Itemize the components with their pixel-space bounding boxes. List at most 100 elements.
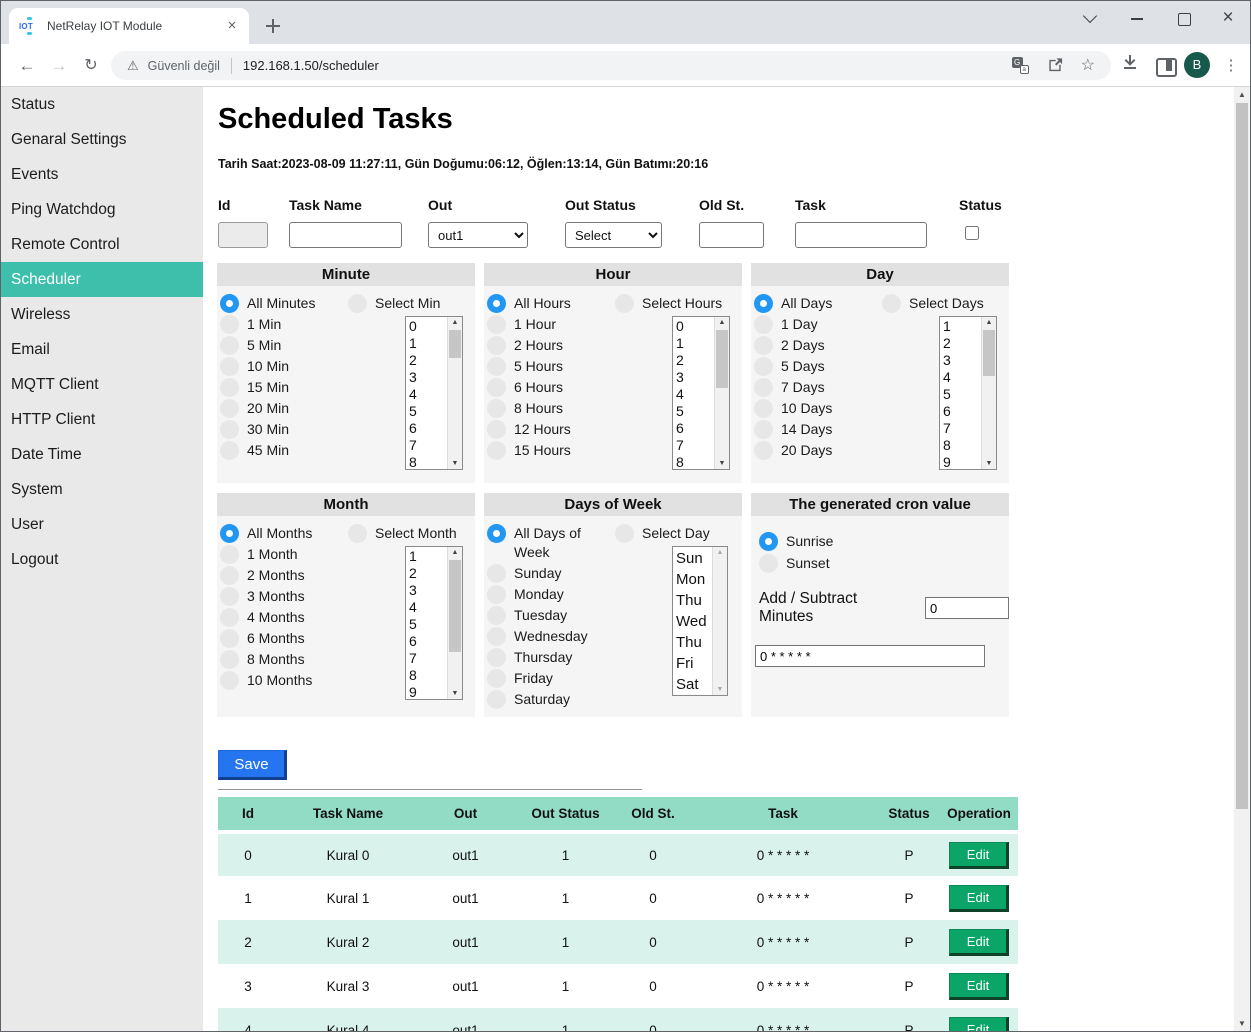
list-option[interactable]: Fri (676, 653, 712, 674)
radio-unselected[interactable] (220, 357, 239, 376)
list-option[interactable]: 1 (676, 335, 714, 352)
radio-unselected[interactable] (759, 554, 778, 573)
scrollbar-thumb[interactable] (1236, 103, 1248, 809)
list-option[interactable]: 2 (676, 352, 714, 369)
multi-select-list[interactable]: 0123456789 (405, 316, 463, 470)
list-scrollbar-thumb[interactable] (449, 560, 461, 652)
radio-unselected[interactable] (882, 294, 901, 313)
scroll-up-icon[interactable]: ▲ (1234, 90, 1250, 99)
radio-unselected[interactable] (220, 629, 239, 648)
list-option[interactable]: Mon (676, 569, 712, 590)
radio-option[interactable]: 10 Min (220, 357, 315, 376)
radio-option[interactable]: 45 Min (220, 441, 315, 460)
radio-option[interactable]: Tuesday (487, 606, 612, 625)
radio-option[interactable]: 20 Days (754, 441, 832, 460)
radio-option[interactable]: All Days of Week (487, 524, 612, 562)
sidebar-item-remote-control[interactable]: Remote Control (1, 227, 203, 262)
radio-unselected[interactable] (220, 671, 239, 690)
list-option[interactable]: 1 (409, 335, 447, 352)
edit-button[interactable]: Edit (949, 973, 1009, 1000)
downloads-icon[interactable] (1120, 52, 1148, 80)
list-option[interactable]: 6 (943, 403, 981, 420)
radio-unselected[interactable] (220, 650, 239, 669)
radio-option[interactable]: 2 Hours (487, 336, 571, 355)
list-scrollbar[interactable] (714, 317, 729, 469)
radio-option[interactable]: 2 Months (220, 566, 312, 585)
list-option[interactable]: Sat (676, 674, 712, 695)
list-option[interactable]: 5 (943, 386, 981, 403)
radio-option[interactable]: Wednesday (487, 627, 612, 646)
radio-option[interactable]: 5 Hours (487, 357, 571, 376)
list-option[interactable]: 4 (409, 386, 447, 403)
save-button[interactable]: Save (218, 750, 287, 780)
radio-unselected[interactable] (220, 399, 239, 418)
sidebar-item-user[interactable]: User (1, 507, 203, 542)
radio-unselected[interactable] (615, 524, 634, 543)
radio-unselected[interactable] (220, 545, 239, 564)
radio-option[interactable]: 10 Days (754, 399, 832, 418)
radio-option[interactable]: 14 Days (754, 420, 832, 439)
list-option[interactable]: Thu (676, 590, 712, 611)
window-close-icon[interactable] (1213, 5, 1243, 33)
radio-option[interactable]: 30 Min (220, 420, 315, 439)
window-maximize-icon[interactable] (1169, 5, 1199, 33)
radio-option[interactable]: Thursday (487, 648, 612, 667)
sidebar-item-logout[interactable]: Logout (1, 542, 203, 577)
radio-option[interactable]: 6 Hours (487, 378, 571, 397)
radio-option[interactable]: All Months (220, 524, 312, 543)
out-select[interactable]: out1 (428, 222, 528, 248)
list-scrollbar[interactable] (981, 317, 996, 469)
radio-unselected[interactable] (220, 608, 239, 627)
radio-unselected[interactable] (487, 564, 506, 583)
list-option[interactable]: 0 (676, 318, 714, 335)
radio-unselected[interactable] (220, 336, 239, 355)
list-option[interactable]: 4 (676, 386, 714, 403)
radio-unselected[interactable] (220, 441, 239, 460)
radio-option[interactable]: 5 Min (220, 336, 315, 355)
out-status-select[interactable]: Select (565, 222, 662, 248)
select-mode-radio-option[interactable]: Select Days (882, 294, 984, 313)
old-st-field[interactable] (699, 222, 764, 248)
edit-button[interactable]: Edit (949, 929, 1009, 956)
list-option[interactable]: 7 (943, 420, 981, 437)
window-minimize-icon[interactable] (1122, 5, 1152, 33)
list-option[interactable]: 1 (409, 548, 447, 565)
radio-option[interactable]: Saturday (487, 690, 612, 709)
list-option[interactable]: 8 (409, 454, 447, 469)
radio-option[interactable]: 1 Month (220, 545, 312, 564)
list-option[interactable]: Thu (676, 632, 712, 653)
task-name-field[interactable] (289, 222, 402, 248)
radio-selected[interactable] (220, 294, 239, 313)
sidebar-item-status[interactable]: Status (1, 87, 203, 122)
list-option[interactable]: 8 (409, 667, 447, 684)
list-option[interactable]: 6 (409, 633, 447, 650)
list-option[interactable]: 5 (676, 403, 714, 420)
radio-unselected[interactable] (220, 378, 239, 397)
list-scrollbar[interactable] (447, 317, 462, 469)
radio-option[interactable]: 7 Days (754, 378, 832, 397)
list-option[interactable]: 4 (943, 369, 981, 386)
list-option[interactable]: 1 (943, 318, 981, 335)
radio-unselected[interactable] (487, 585, 506, 604)
radio-selected[interactable] (759, 532, 778, 551)
status-checkbox[interactable] (965, 226, 979, 240)
list-option[interactable]: 0 (409, 318, 447, 335)
radio-selected[interactable] (487, 524, 506, 543)
edit-button[interactable]: Edit (949, 842, 1009, 869)
radio-option[interactable]: 8 Hours (487, 399, 571, 418)
list-option[interactable]: Wed (676, 611, 712, 632)
edit-button[interactable]: Edit (949, 885, 1009, 912)
multi-select-list[interactable]: 0123456789 (672, 316, 730, 470)
list-option[interactable]: 4 (409, 599, 447, 616)
tab-search-chevron-icon[interactable] (1075, 5, 1105, 33)
radio-option[interactable]: 15 Hours (487, 441, 571, 460)
sidebar-item-email[interactable]: Email (1, 332, 203, 367)
radio-unselected[interactable] (754, 378, 773, 397)
radio-selected[interactable] (754, 294, 773, 313)
sidebar-item-events[interactable]: Events (1, 157, 203, 192)
radio-unselected[interactable] (754, 336, 773, 355)
url-text[interactable]: 192.168.1.50/scheduler (243, 58, 379, 73)
radio-unselected[interactable] (220, 587, 239, 606)
list-option[interactable]: 9 (943, 454, 981, 469)
radio-unselected[interactable] (487, 669, 506, 688)
